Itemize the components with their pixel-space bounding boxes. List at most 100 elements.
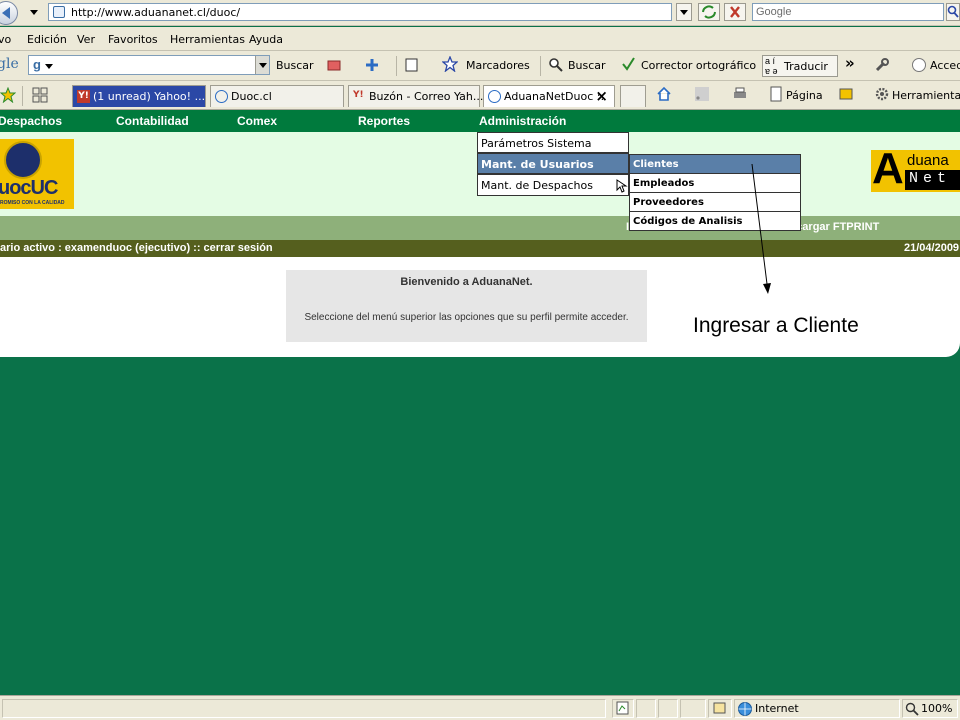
nav-reportes[interactable]: Reportes	[358, 114, 410, 128]
zoom-cell[interactable]: 100%	[902, 699, 958, 718]
ie-page-icon	[215, 90, 228, 103]
annotation-text: Ingresar a Cliente	[693, 314, 859, 337]
status-message-cell	[2, 699, 606, 718]
duoc-logo-text: uocUC	[0, 177, 58, 199]
menu-archivo[interactable]: vo	[0, 33, 11, 46]
google-logo: gle	[0, 56, 19, 72]
status-cell	[680, 699, 706, 718]
chevron-down-icon	[680, 10, 688, 15]
new-tab-button[interactable]	[620, 85, 646, 107]
nav-despachos[interactable]: Despachos	[0, 114, 62, 128]
tab-label: Buzón - Correo Yah...	[369, 90, 484, 103]
search-button[interactable]	[946, 3, 960, 21]
menu-bar: vo Edición Ver Favoritos Herramientas Ay…	[0, 27, 960, 51]
bookmarks-button[interactable]: Marcadores	[466, 59, 530, 72]
aduananet-logo-duana: duana	[907, 152, 949, 169]
page-options-icon[interactable]	[404, 57, 420, 73]
quick-tabs-icon[interactable]	[32, 87, 48, 103]
spellcheck-icon[interactable]	[620, 55, 636, 71]
star-icon[interactable]	[442, 56, 458, 72]
find-button[interactable]: Buscar	[568, 59, 606, 72]
page-menu-button[interactable]: Página	[786, 89, 823, 102]
chevron-down-icon	[259, 63, 267, 68]
status-cell	[612, 699, 634, 718]
google-search-input[interactable]: g	[28, 55, 270, 75]
toolbar-separator	[396, 56, 397, 76]
wrench-icon[interactable]	[874, 57, 890, 73]
menu-mant-usuarios[interactable]: Mant. de Usuarios	[477, 153, 629, 174]
tab-aduananet[interactable]: AduanaNetDuoc :: ×	[483, 85, 615, 107]
nav-administracion[interactable]: Administración	[479, 114, 566, 128]
submenu-label: Empleados	[633, 178, 695, 189]
google-search-button[interactable]: Buscar	[276, 59, 314, 72]
spellcheck-button[interactable]: Corrector ortográfico	[641, 59, 756, 72]
aduananet-logo-net: Net	[905, 170, 960, 190]
current-date: 21/04/2009	[904, 242, 960, 254]
safety-icon[interactable]	[838, 86, 854, 102]
menu-ayuda[interactable]: Ayuda	[249, 33, 283, 46]
toolbar-separator	[540, 56, 541, 76]
refresh-button[interactable]	[698, 3, 720, 21]
favorites-star-icon[interactable]	[0, 87, 16, 103]
cursor-icon	[616, 179, 628, 193]
translate-label: Traducir	[784, 60, 828, 73]
translate-icon: a íɐ ǝ	[765, 56, 778, 76]
security-zone-cell[interactable]: Internet	[734, 699, 900, 718]
home-icon[interactable]	[656, 86, 672, 102]
menu-mant-despachos[interactable]: Mant. de Despachos	[477, 174, 629, 196]
menu-favoritos[interactable]: Favoritos	[108, 33, 158, 46]
tools-menu-button[interactable]: Herramientas	[892, 89, 960, 102]
menu-herramientas[interactable]: Herramientas	[170, 33, 245, 46]
submenu-label: Códigos de Analisis	[633, 216, 743, 227]
history-dropdown-icon[interactable]	[30, 10, 38, 15]
tab-correo[interactable]: Y! Buzón - Correo Yah...	[348, 85, 484, 107]
access-radio-icon[interactable]	[912, 58, 926, 72]
url-text: http://www.aduananet.cl/duoc/	[71, 6, 241, 19]
status-cell	[658, 699, 678, 718]
url-dropdown-button[interactable]	[676, 3, 692, 21]
access-button[interactable]: Acced	[930, 59, 960, 72]
gear-icon	[875, 87, 889, 101]
zoom-icon	[905, 702, 919, 716]
menu-item-label: Parámetros Sistema	[481, 137, 592, 150]
close-tab-icon[interactable]: ×	[595, 87, 608, 105]
back-button[interactable]	[0, 1, 18, 25]
find-icon[interactable]	[548, 57, 564, 73]
nav-comex[interactable]: Comex	[237, 114, 277, 128]
menu-edicion[interactable]: Edición	[27, 33, 67, 46]
google-toolbar: gle g Buscar Marcadores Buscar Corrector…	[0, 51, 960, 81]
yahoo-icon: Y!	[77, 90, 90, 103]
search-input[interactable]: Google	[752, 3, 944, 21]
page-status-icon	[616, 701, 629, 715]
menu-item-label: Mant. de Usuarios	[481, 158, 594, 171]
nav-contabilidad[interactable]: Contabilidad	[116, 114, 189, 128]
google-g-icon: g	[33, 57, 41, 72]
aduananet-logo: A duana Net	[871, 146, 960, 192]
site-nav: Despachos Contabilidad Comex Reportes Ad…	[0, 110, 960, 132]
globe-icon	[738, 702, 752, 716]
menu-item-label: Mant. de Despachos	[481, 179, 593, 192]
user-status-text[interactable]: ario activo : examenduoc (ejecutivo) :: …	[0, 242, 273, 254]
tab-label: (1 unread) Yahoo! ...	[93, 90, 206, 103]
plus-icon[interactable]	[364, 57, 380, 73]
tab-duoc[interactable]: Duoc.cl	[210, 85, 344, 107]
feeds-icon[interactable]	[694, 86, 710, 102]
menu-ver[interactable]: Ver	[77, 33, 95, 46]
more-button[interactable]: »	[845, 54, 855, 72]
popup-blocker-icon[interactable]	[326, 57, 342, 73]
stop-button[interactable]	[724, 3, 746, 21]
print-icon[interactable]	[732, 86, 748, 102]
welcome-title: Bienvenido a AduanaNet.	[400, 276, 533, 288]
url-input[interactable]: http://www.aduananet.cl/duoc/	[48, 3, 672, 21]
tab-yahoo[interactable]: Y! (1 unread) Yahoo! ...	[72, 85, 206, 107]
page-icon	[770, 86, 782, 102]
sub-nav: Inicio Contraseña Descargar FTPRINT	[0, 216, 960, 240]
tab-label: AduanaNetDuoc ::	[504, 90, 605, 103]
tabs-toolbar: Y! (1 unread) Yahoo! ... Duoc.cl Y! Buzó…	[0, 81, 960, 110]
yahoo-mail-icon: Y!	[353, 90, 364, 100]
search-icon	[947, 5, 959, 18]
tab-label: Duoc.cl	[231, 90, 272, 103]
translate-button[interactable]: a íɐ ǝ Traducir	[762, 55, 838, 77]
google-dropdown-button[interactable]	[255, 56, 269, 74]
menu-parametros-sistema[interactable]: Parámetros Sistema	[477, 132, 629, 153]
